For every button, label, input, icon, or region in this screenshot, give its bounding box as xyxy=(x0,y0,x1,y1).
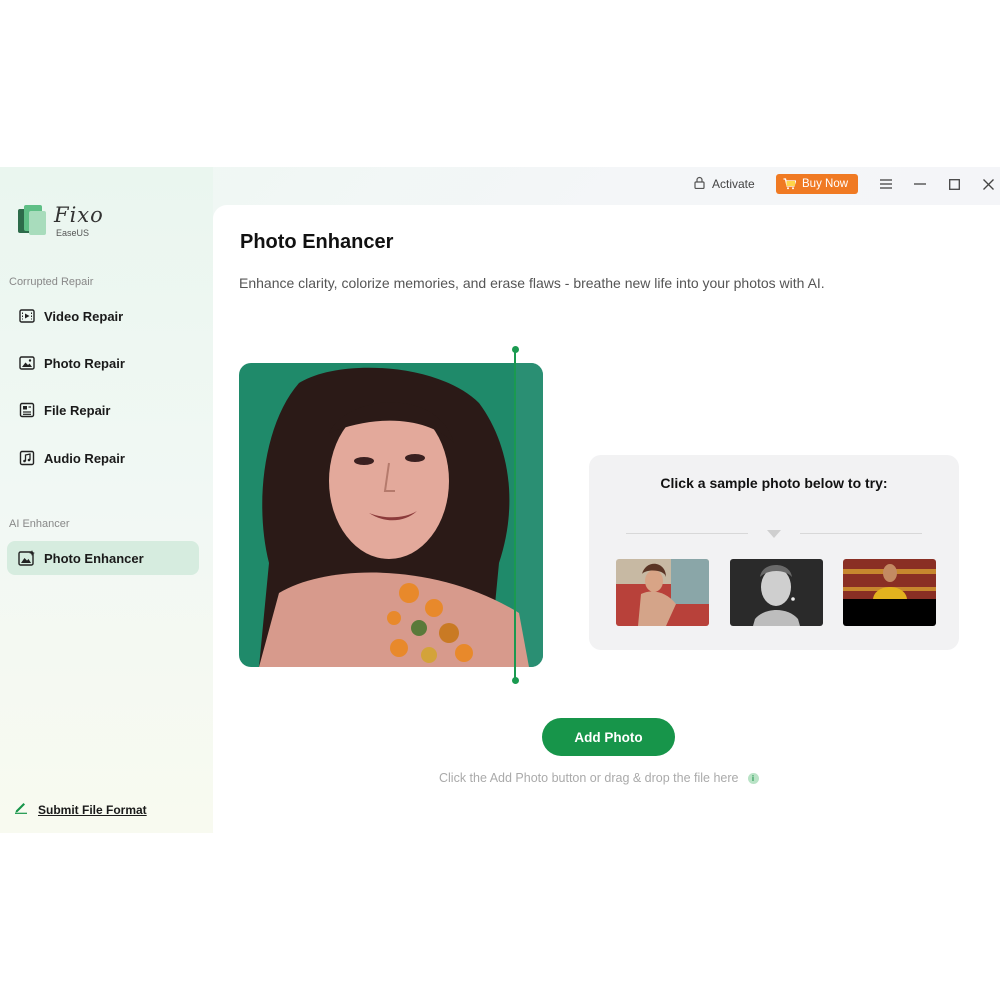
sidebar-item-label: Audio Repair xyxy=(44,450,125,466)
sidebar-item-label: File Repair xyxy=(44,402,111,418)
music-icon xyxy=(18,449,36,467)
video-icon xyxy=(18,307,36,325)
compare-slider-line[interactable] xyxy=(514,349,516,679)
sidebar-item-photo-repair[interactable]: Photo Repair xyxy=(7,346,199,380)
close-icon[interactable] xyxy=(979,175,997,193)
app-name: Fixo xyxy=(54,203,104,227)
sample-photo-woman-yellow[interactable] xyxy=(843,559,936,626)
sidebar-item-audio-repair[interactable]: Audio Repair xyxy=(7,441,199,475)
sidebar-item-label: Photo Enhancer xyxy=(44,550,144,566)
sidebar: Fixo EaseUS Corrupted Repair Video Repai… xyxy=(0,167,213,833)
drop-hint: Click the Add Photo button or drag & dro… xyxy=(439,771,759,785)
app-logo: Fixo EaseUS xyxy=(16,203,136,243)
add-photo-button[interactable]: Add Photo xyxy=(542,718,675,756)
sample-photo-woman-car[interactable] xyxy=(616,559,709,626)
sidebar-item-label: Video Repair xyxy=(44,308,124,324)
compare-slider-top-handle[interactable] xyxy=(511,346,519,353)
submit-file-format-label: Submit File Format xyxy=(38,802,147,817)
app-brand: EaseUS xyxy=(56,228,90,238)
divider xyxy=(626,533,748,534)
titlebar-controls: Activate Buy Now xyxy=(680,167,1000,201)
drop-hint-text: Click the Add Photo button or drag & dro… xyxy=(439,771,739,785)
image-icon xyxy=(18,354,36,372)
buy-now-button[interactable]: Buy Now xyxy=(776,174,858,194)
fixo-logo-icon xyxy=(18,205,46,235)
sparkle-image-icon xyxy=(18,549,36,567)
page-title: Photo Enhancer xyxy=(240,231,394,253)
sidebar-item-label: Photo Repair xyxy=(44,355,125,371)
sample-photo-man-bw[interactable] xyxy=(730,559,823,626)
divider xyxy=(800,533,922,534)
main-panel: Photo Enhancer Enhance clarity, colorize… xyxy=(213,205,1000,833)
lock-icon xyxy=(693,176,706,192)
sidebar-item-file-repair[interactable]: File Repair xyxy=(7,393,199,427)
chevron-down-icon xyxy=(767,530,781,538)
sample-photos-panel: Click a sample photo below to try: xyxy=(589,455,959,650)
portrait-preview-image xyxy=(239,363,543,667)
submit-file-format-link[interactable]: Submit File Format xyxy=(14,800,147,819)
minimize-icon[interactable] xyxy=(911,175,929,193)
app-window: Fixo EaseUS Corrupted Repair Video Repai… xyxy=(0,167,1000,833)
section-label-corrupted-repair: Corrupted Repair xyxy=(9,276,94,288)
sidebar-item-video-repair[interactable]: Video Repair xyxy=(7,299,199,333)
maximize-icon[interactable] xyxy=(945,175,963,193)
activate-button[interactable]: Activate xyxy=(693,176,755,192)
sidebar-item-photo-enhancer[interactable]: Photo Enhancer xyxy=(7,541,199,575)
menu-icon[interactable] xyxy=(877,175,895,193)
info-icon[interactable]: i xyxy=(747,772,759,784)
compare-slider-bottom-handle[interactable] xyxy=(511,677,519,684)
before-after-preview xyxy=(239,363,543,667)
sample-photos-title: Click a sample photo below to try: xyxy=(660,475,888,491)
document-icon xyxy=(18,401,36,419)
page-subtitle: Enhance clarity, colorize memories, and … xyxy=(239,275,825,291)
cart-icon xyxy=(783,178,796,190)
section-label-ai-enhancer: AI Enhancer xyxy=(9,518,70,530)
activate-label: Activate xyxy=(712,177,755,191)
pen-icon xyxy=(14,800,28,819)
buy-now-label: Buy Now xyxy=(802,178,849,190)
